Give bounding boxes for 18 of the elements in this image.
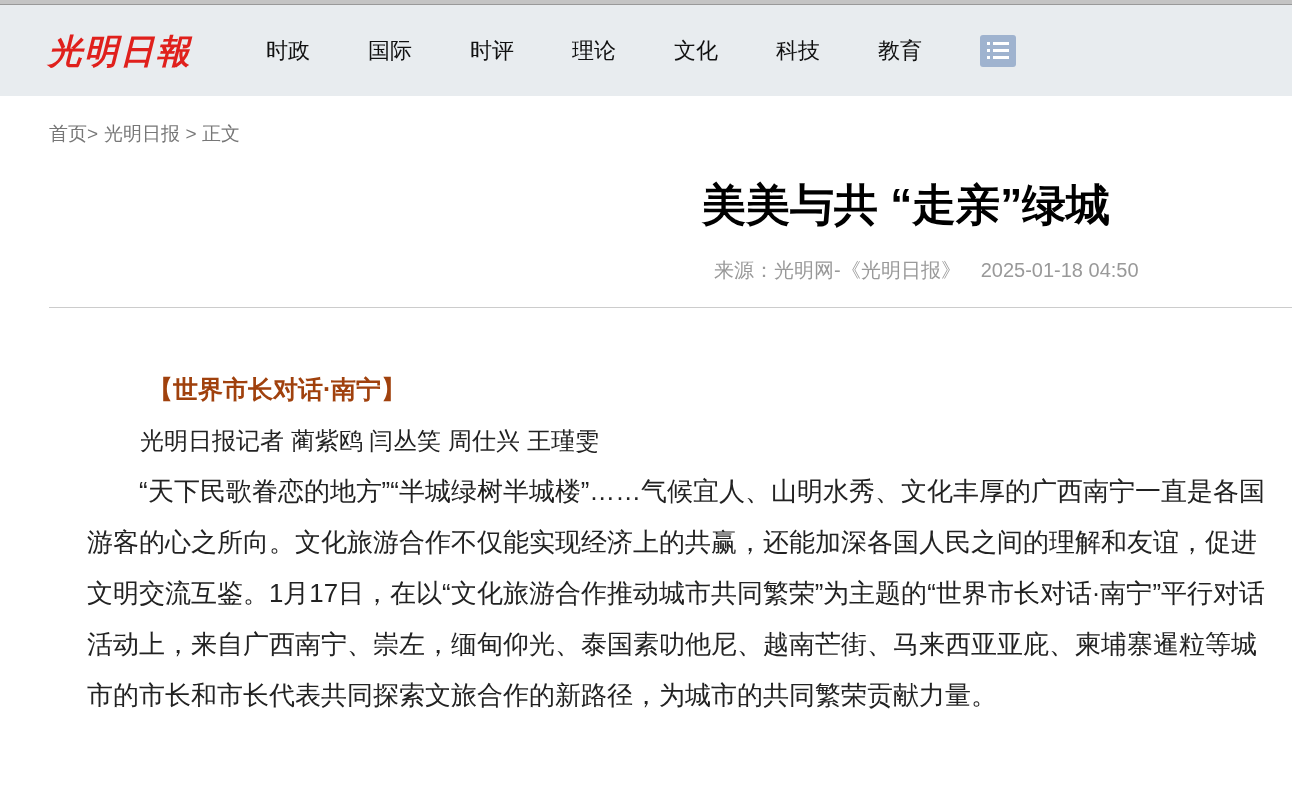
nav-link[interactable]: 科技 bbox=[776, 34, 878, 67]
article-source: 来源：光明网-《光明日报》 bbox=[714, 257, 961, 283]
breadcrumb-current-page: 正文 bbox=[202, 122, 241, 146]
nav-link[interactable]: 时政 bbox=[266, 34, 368, 67]
nav-link[interactable]: 时评 bbox=[470, 34, 572, 67]
logo[interactable]: 光明日報 bbox=[48, 33, 238, 68]
article-byline: 光明日报记者 蔺紫鸥 闫丛笑 周仕兴 王瑾雯 bbox=[139, 425, 600, 456]
nav-link[interactable]: 国际 bbox=[368, 34, 470, 67]
nav-link[interactable]: 理论 bbox=[572, 34, 674, 67]
nav-link[interactable]: 文化 bbox=[674, 34, 776, 67]
menu-icon[interactable] bbox=[980, 34, 1016, 67]
nav-link[interactable]: 教育 bbox=[878, 34, 980, 67]
breadcrumb-link[interactable]: 首页> bbox=[49, 120, 99, 149]
article-paragraph: “天下民歌眷恋的地方”“半城绿树半城楼”……气候宜人、山明水秀、文化丰厚的广西南宁一直是各国游客的心之所向。文化旅游合作不仅能实现经济上的共赢，还能加深各国人民之间的理解和友谊，促进文明交流互鉴。1月17日，在以“文化旅游合作推动城市共同繁荣”为主题的“世界市长对话·南宁”平行对话活动上，来自广西南宁、崇左，缅甸仰光、泰国素叻他尼、越南芒街、马来西亚亚庇、柬埔寨暹粒等城市的市长和市长代表共同探索文旅合作的新路径，为城市的共同繁荣贡献力量。 bbox=[87, 475, 1266, 711]
publish-date: 2025-01-18 04:50 bbox=[980, 257, 1139, 283]
breadcrumb-link[interactable]: 光明日报 > bbox=[104, 120, 197, 149]
article-title: 美美与共 “走亲”绿城 bbox=[701, 178, 1112, 231]
article-kicker: 【世界市长对话·南宁】 bbox=[147, 373, 408, 405]
